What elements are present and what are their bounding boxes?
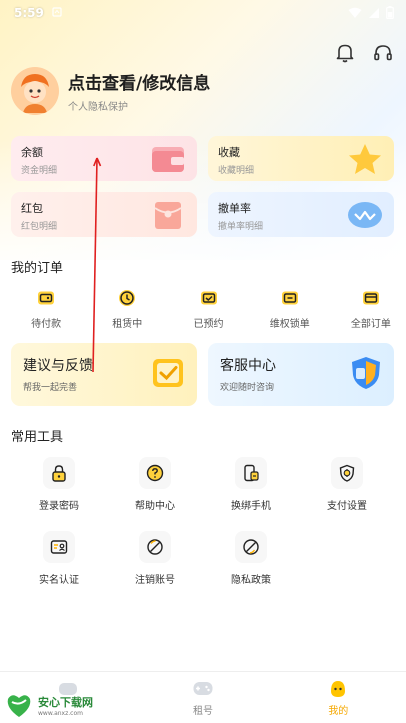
order-label: 全部订单 bbox=[350, 319, 391, 330]
privacy-icon bbox=[235, 531, 267, 563]
tool-label: 注销账号 bbox=[135, 575, 175, 586]
battery-icon bbox=[386, 4, 394, 23]
order-dispute-lock[interactable]: 维权锁单 bbox=[255, 290, 325, 330]
tool-cancel-account[interactable]: 注销账号 bbox=[107, 531, 203, 586]
orders-section-title: 我的订单 bbox=[11, 261, 64, 276]
status-bar: 5:59 bbox=[0, 0, 406, 26]
notification-icon bbox=[52, 6, 62, 20]
customer-service-card[interactable]: 客服中心 欢迎随时咨询 bbox=[208, 343, 394, 406]
wifi-icon bbox=[348, 4, 362, 23]
order-reserved[interactable]: 已预约 bbox=[173, 290, 243, 330]
lock-order-icon bbox=[281, 290, 299, 306]
tool-real-name-auth[interactable]: 实名认证 bbox=[11, 531, 107, 586]
tool-label: 支付设置 bbox=[327, 501, 367, 512]
checkbox-icon bbox=[151, 355, 187, 391]
account-cards: 余额 资金明细 收藏 收藏明细 红包 红包明细 撤单率 撤单率明细 bbox=[11, 136, 395, 248]
nav-label: 租号 bbox=[192, 706, 213, 717]
id-card-icon bbox=[43, 531, 75, 563]
favorites-card[interactable]: 收藏 收藏明细 bbox=[208, 136, 394, 181]
red-envelope-icon bbox=[149, 198, 187, 232]
orders-row: 待付款 租赁中 已预约 维权锁单 全部订单 bbox=[0, 290, 406, 330]
tool-payment-settings[interactable]: 支付设置 bbox=[299, 457, 395, 512]
profile-subtitle: 个人隐私保护 bbox=[68, 102, 128, 113]
support-shield-icon bbox=[348, 355, 384, 391]
tools-grid: 登录密码 帮助中心 换绑手机 支付设置 实名认证 注销账号 隐私政策 bbox=[11, 457, 395, 605]
watermark-url: www.anxz.com bbox=[38, 709, 83, 717]
tool-label: 实名认证 bbox=[39, 575, 79, 586]
order-pending-payment[interactable]: 待付款 bbox=[11, 290, 81, 330]
wallet-icon bbox=[149, 142, 187, 176]
status-time: 5:59 bbox=[14, 6, 44, 20]
profile-section[interactable]: 点击查看/修改信息 个人隐私保护 bbox=[11, 67, 210, 115]
order-all[interactable]: 全部订单 bbox=[336, 290, 406, 330]
tool-login-password[interactable]: 登录密码 bbox=[11, 457, 107, 512]
phone-swap-icon bbox=[235, 457, 267, 489]
help-icon bbox=[139, 457, 171, 489]
watermark-logo-icon bbox=[4, 690, 34, 720]
order-label: 租赁中 bbox=[112, 319, 143, 330]
nav-rent-account[interactable]: 租号 bbox=[135, 672, 270, 723]
tool-privacy-policy[interactable]: 隐私政策 bbox=[203, 531, 299, 586]
cancel-account-icon bbox=[139, 531, 171, 563]
feature-cards: 建议与反馈 帮我一起完善 客服中心 欢迎随时咨询 bbox=[11, 343, 394, 406]
nav-mine[interactable]: 我的 bbox=[271, 672, 406, 723]
cancel-rate-card[interactable]: 撤单率 撤单率明细 bbox=[208, 192, 394, 237]
tool-help-center[interactable]: 帮助中心 bbox=[107, 457, 203, 512]
padlock-icon bbox=[43, 457, 75, 489]
tool-change-phone[interactable]: 换绑手机 bbox=[203, 457, 299, 512]
order-label: 待付款 bbox=[31, 319, 62, 330]
clock-icon bbox=[118, 290, 136, 306]
gamepad-icon bbox=[192, 679, 214, 699]
star-icon bbox=[346, 142, 384, 176]
headset-icon[interactable] bbox=[372, 42, 394, 64]
profile-face-icon bbox=[327, 679, 349, 699]
watermark: 安心下载网 www.anxz.com bbox=[4, 690, 93, 720]
bell-icon[interactable] bbox=[334, 42, 356, 64]
tool-label: 隐私政策 bbox=[231, 575, 271, 586]
red-packet-card[interactable]: 红包 红包明细 bbox=[11, 192, 197, 237]
balance-card[interactable]: 余额 资金明细 bbox=[11, 136, 197, 181]
feedback-card[interactable]: 建议与反馈 帮我一起完善 bbox=[11, 343, 197, 406]
tools-section-title: 常用工具 bbox=[11, 430, 64, 445]
nav-label: 我的 bbox=[328, 706, 349, 717]
rate-wave-icon bbox=[346, 198, 384, 232]
order-renting[interactable]: 租赁中 bbox=[92, 290, 162, 330]
order-label: 已预约 bbox=[193, 319, 224, 330]
calendar-check-icon bbox=[200, 290, 218, 306]
signal-icon bbox=[368, 4, 380, 23]
header-actions bbox=[334, 42, 394, 64]
avatar[interactable] bbox=[11, 67, 59, 115]
tool-label: 帮助中心 bbox=[135, 501, 175, 512]
order-label: 维权锁单 bbox=[269, 319, 310, 330]
tool-label: 登录密码 bbox=[39, 501, 79, 512]
list-icon bbox=[362, 290, 380, 306]
watermark-title: 安心下载网 bbox=[38, 695, 93, 709]
wallet-icon bbox=[37, 290, 55, 306]
payment-shield-icon bbox=[331, 457, 363, 489]
tool-label: 换绑手机 bbox=[231, 501, 271, 512]
profile-name[interactable]: 点击查看/修改信息 bbox=[68, 69, 210, 94]
